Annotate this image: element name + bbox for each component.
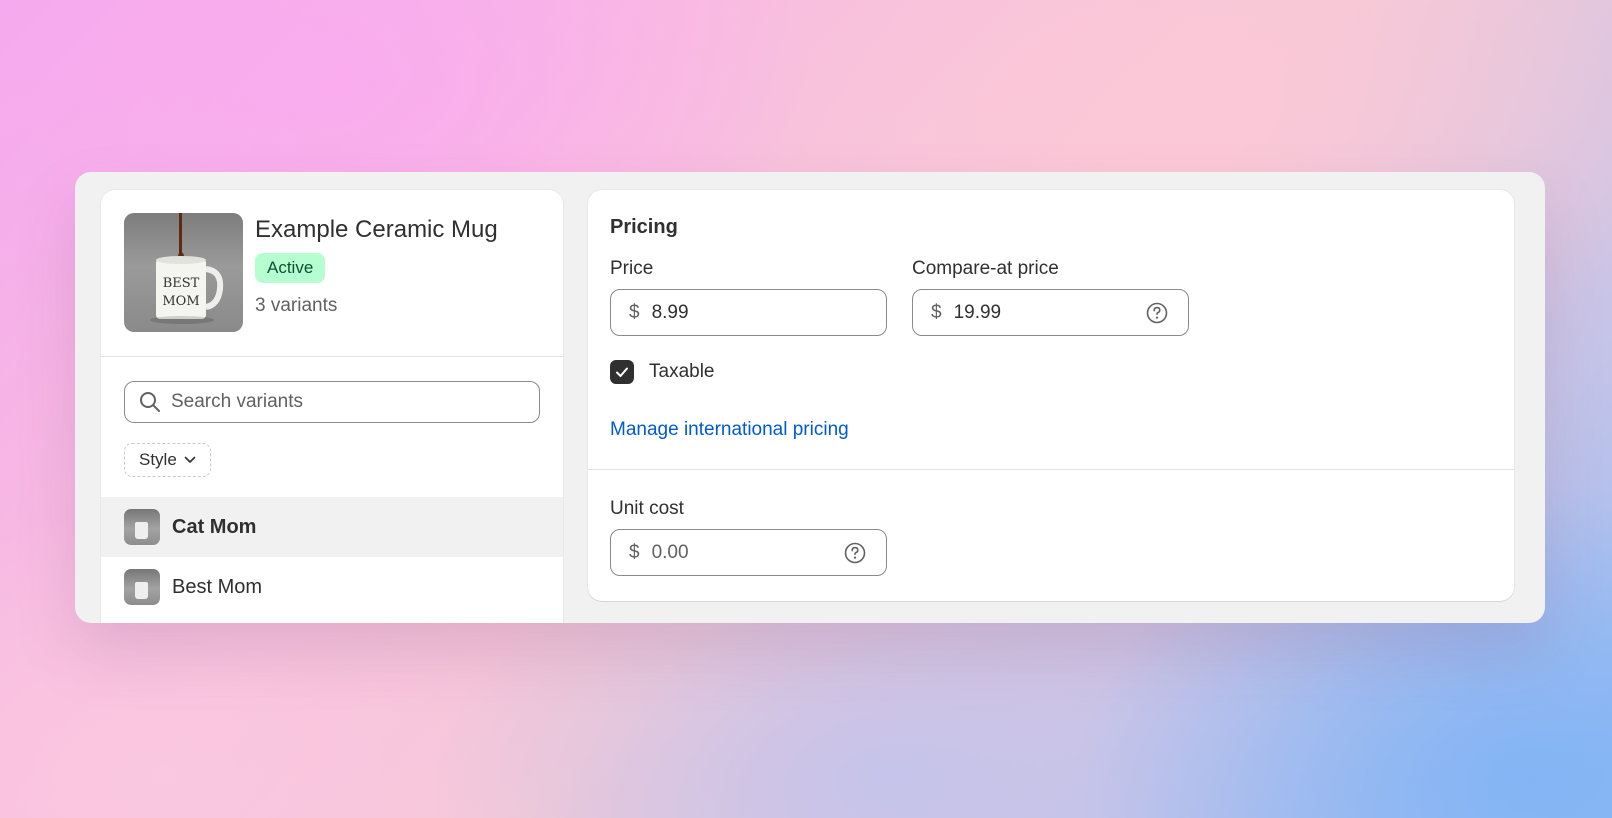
unit-cost-field[interactable]: $ 0.00 — [610, 529, 887, 576]
currency-symbol: $ — [931, 301, 942, 323]
variant-thumbnail — [124, 569, 160, 605]
compare-at-price-value: 19.99 — [953, 301, 1002, 323]
taxable-checkbox[interactable] — [610, 360, 634, 384]
currency-symbol: $ — [629, 541, 640, 563]
checkmark-icon — [616, 367, 628, 377]
price-label: Price — [610, 258, 654, 279]
search-variants-field[interactable] — [124, 381, 540, 423]
product-header: BEST MOM Example Ceramic Mug Active 3 va… — [101, 190, 563, 357]
variant-thumbnail — [124, 509, 160, 545]
svg-text:MOM: MOM — [162, 294, 199, 309]
taxable-label: Taxable — [649, 361, 715, 382]
variants-card: BEST MOM Example Ceramic Mug Active 3 va… — [101, 190, 563, 623]
variant-row-cat-mom[interactable]: Cat Mom — [101, 497, 563, 557]
product-editor-window: BEST MOM Example Ceramic Mug Active 3 va… — [75, 172, 1545, 623]
status-badge: Active — [255, 253, 326, 283]
search-input[interactable] — [171, 391, 531, 413]
variant-name: Best Mom — [172, 575, 263, 598]
price-value: 8.99 — [651, 301, 689, 323]
product-title: Example Ceramic Mug — [255, 216, 498, 243]
unit-cost-placeholder: 0.00 — [651, 541, 689, 563]
search-icon — [140, 392, 160, 412]
help-icon[interactable] — [844, 542, 866, 564]
variant-row-best-mom[interactable]: Best Mom — [101, 557, 563, 617]
svg-text:BEST: BEST — [163, 276, 200, 291]
style-filter-button[interactable]: Style — [124, 443, 211, 477]
price-field[interactable]: $ 8.99 — [610, 289, 887, 336]
compare-at-price-field[interactable]: $ 19.99 — [912, 289, 1189, 336]
mug-illustration: BEST MOM — [150, 213, 224, 324]
variant-count: 3 variants — [255, 295, 338, 316]
help-icon[interactable] — [1146, 302, 1168, 324]
pricing-card: Pricing Price $ 8.99 Compare-at price $ … — [588, 190, 1514, 601]
filter-label: Style — [139, 450, 177, 469]
pricing-title: Pricing — [610, 216, 678, 238]
unit-cost-label: Unit cost — [610, 498, 684, 519]
manage-international-pricing-link[interactable]: Manage international pricing — [610, 419, 849, 441]
variant-name: Cat Mom — [172, 515, 257, 538]
product-image[interactable]: BEST MOM — [124, 213, 243, 332]
chevron-down-icon — [184, 456, 196, 463]
section-divider — [588, 469, 1514, 470]
currency-symbol: $ — [629, 301, 640, 323]
compare-at-price-label: Compare-at price — [912, 258, 1059, 279]
